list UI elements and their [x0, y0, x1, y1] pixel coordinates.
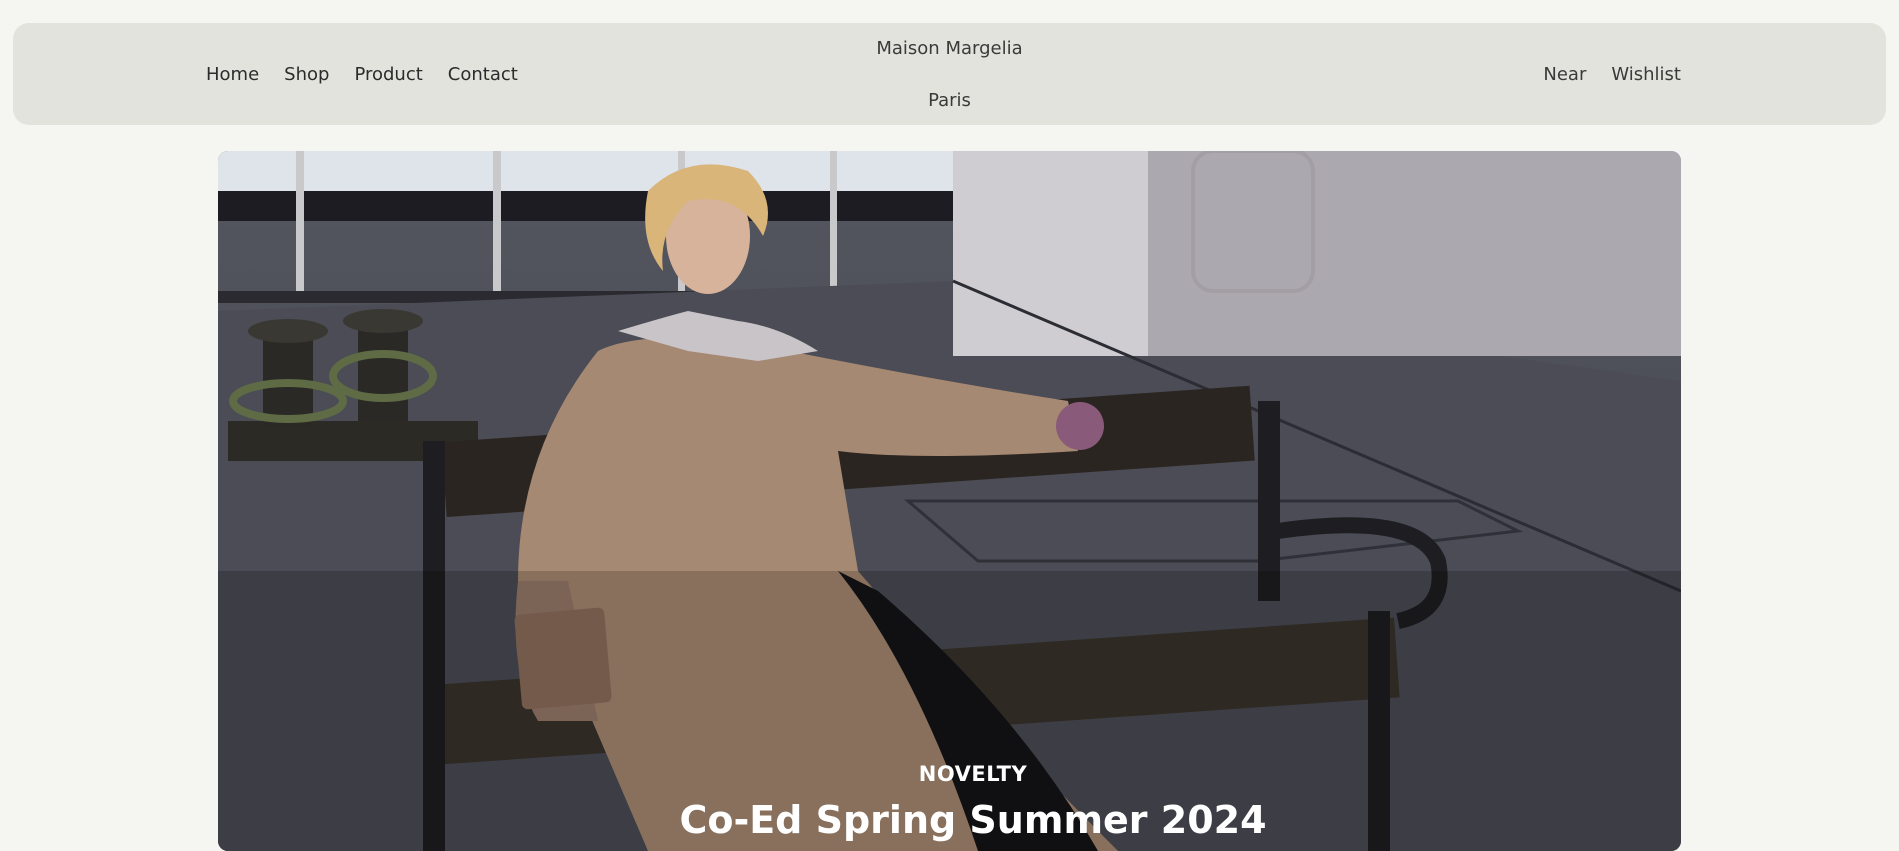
hero-railing-post — [493, 151, 501, 296]
nav-link-product[interactable]: Product — [354, 64, 422, 85]
nav-link-wishlist[interactable]: Wishlist — [1611, 64, 1681, 85]
hero-wall-shade — [1148, 151, 1681, 356]
hero-railing-band — [218, 191, 953, 221]
nav-link-contact[interactable]: Contact — [448, 64, 518, 85]
hero-banner[interactable]: NOVELTY Co-Ed Spring Summer 2024 — [218, 151, 1681, 851]
hero-caption: NOVELTY Co-Ed Spring Summer 2024 — [218, 762, 1681, 842]
hero-eyebrow: NOVELTY — [918, 762, 1028, 786]
secondary-nav: Near Wishlist — [1543, 23, 1681, 125]
hero-railing-post — [296, 151, 304, 301]
hero-railing-post — [830, 151, 837, 286]
nav-link-home[interactable]: Home — [206, 64, 259, 85]
nav-link-near[interactable]: Near — [1543, 64, 1586, 85]
nav-link-shop[interactable]: Shop — [284, 64, 329, 85]
hero-headline: Co-Ed Spring Summer 2024 — [679, 798, 1267, 842]
top-navbar: Home Shop Product Contact Maison Margeli… — [13, 23, 1886, 125]
hero-window — [218, 151, 953, 191]
hero-image — [218, 151, 1681, 851]
